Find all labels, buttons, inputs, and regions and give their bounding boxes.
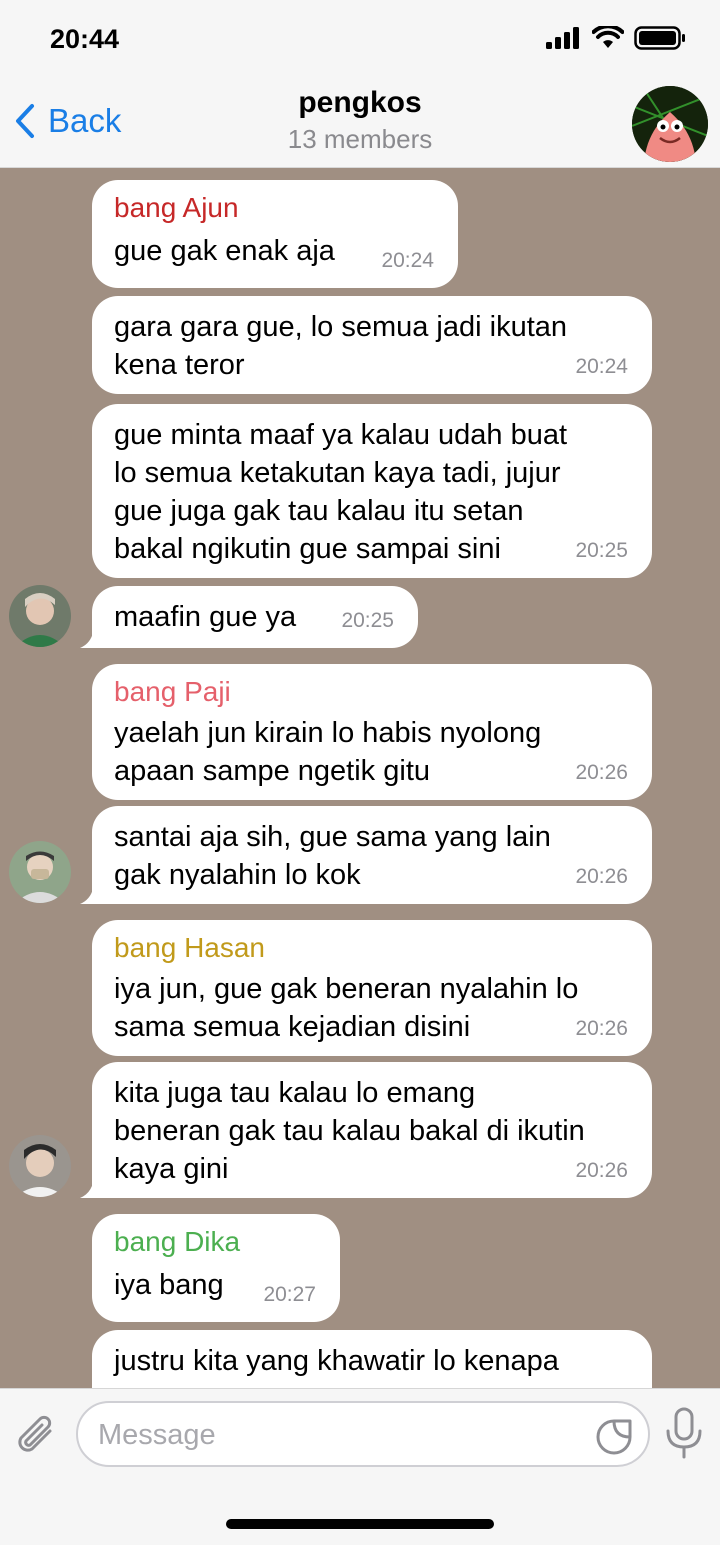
message-text: gara gara gue, lo semua jadi ikutan kena… <box>114 311 568 381</box>
message-time: 20:24 <box>575 355 628 378</box>
message-bubble[interactable]: bang Paji yaelah jun kirain lo habis nyo… <box>92 664 652 800</box>
status-time: 20:44 <box>50 24 120 54</box>
attach-icon[interactable] <box>14 1411 60 1461</box>
input-bar <box>0 1388 720 1545</box>
avatar[interactable] <box>9 1135 71 1197</box>
sticker-icon[interactable] <box>594 1417 634 1457</box>
message-time: 20:25 <box>575 539 628 562</box>
message-input[interactable] <box>98 1413 578 1457</box>
sender-name: bang Paji <box>114 676 231 707</box>
chat-area[interactable]: bang Ajun gue gak enak aja 20:24 gara ga… <box>0 168 720 1388</box>
signal-icon <box>546 27 579 49</box>
message-text: gue minta maaf ya kalau udah buat lo sem… <box>114 419 568 565</box>
mic-icon[interactable] <box>664 1407 704 1461</box>
message-text: yaelah jun kirain lo habis nyolong apaan… <box>114 717 542 787</box>
message-bubble[interactable]: gara gara gue, lo semua jadi ikutan kena… <box>92 296 652 394</box>
back-label: Back <box>48 102 122 139</box>
message-text: iya jun, gue gak beneran nyalahin lo sam… <box>114 973 579 1043</box>
home-indicator <box>226 1519 494 1529</box>
avatar[interactable] <box>9 841 71 903</box>
sender-name: bang Dika <box>114 1226 241 1257</box>
message-text: justru kita yang khawatir lo kenapa <box>114 1345 559 1377</box>
wifi-icon <box>592 26 624 48</box>
message-bubble[interactable]: kita juga tau kalau lo emang beneran gak… <box>92 1062 652 1198</box>
message-time: 20:26 <box>575 865 628 888</box>
message-time: 20:27 <box>263 1283 316 1306</box>
message-bubble[interactable]: bang Ajun gue gak enak aja 20:24 <box>92 180 458 288</box>
message-text: santai aja sih, gue sama yang lain gak n… <box>114 821 551 891</box>
message-bubble[interactable]: maafin gue ya 20:25 <box>92 586 418 648</box>
message-time: 20:26 <box>575 1159 628 1182</box>
chat-header: pengkos 13 members Back <box>0 80 720 168</box>
group-avatar[interactable] <box>632 86 708 162</box>
status-bar: 20:44 <box>0 0 720 80</box>
message-time: 20:25 <box>341 609 394 632</box>
bubble-tail <box>80 624 104 648</box>
message-input-field[interactable] <box>76 1401 650 1467</box>
sender-name: bang Hasan <box>114 932 266 963</box>
message-bubble[interactable]: santai aja sih, gue sama yang lain gak n… <box>92 806 652 904</box>
bubble-tail <box>80 1174 104 1198</box>
message-time: 20:26 <box>575 1017 628 1040</box>
sender-name: bang Ajun <box>114 192 239 223</box>
bubble-tail <box>80 880 104 904</box>
message-text: kita juga tau kalau lo emang beneran gak… <box>114 1077 585 1185</box>
message-bubble[interactable]: bang Dika iya bang 20:27 <box>92 1214 340 1322</box>
status-icons <box>546 26 686 50</box>
avatar[interactable] <box>9 585 71 647</box>
battery-icon <box>634 26 685 50</box>
message-bubble[interactable]: bang Hasan iya jun, gue gak beneran nyal… <box>92 920 652 1056</box>
message-bubble[interactable]: gue minta maaf ya kalau udah buat lo sem… <box>92 404 652 578</box>
message-time: 20:26 <box>575 761 628 784</box>
back-chevron-icon <box>16 104 34 138</box>
message-bubble[interactable]: justru kita yang khawatir lo kenapa <box>92 1330 652 1388</box>
message-time: 20:24 <box>381 249 434 272</box>
back-button[interactable]: Back <box>14 102 121 140</box>
